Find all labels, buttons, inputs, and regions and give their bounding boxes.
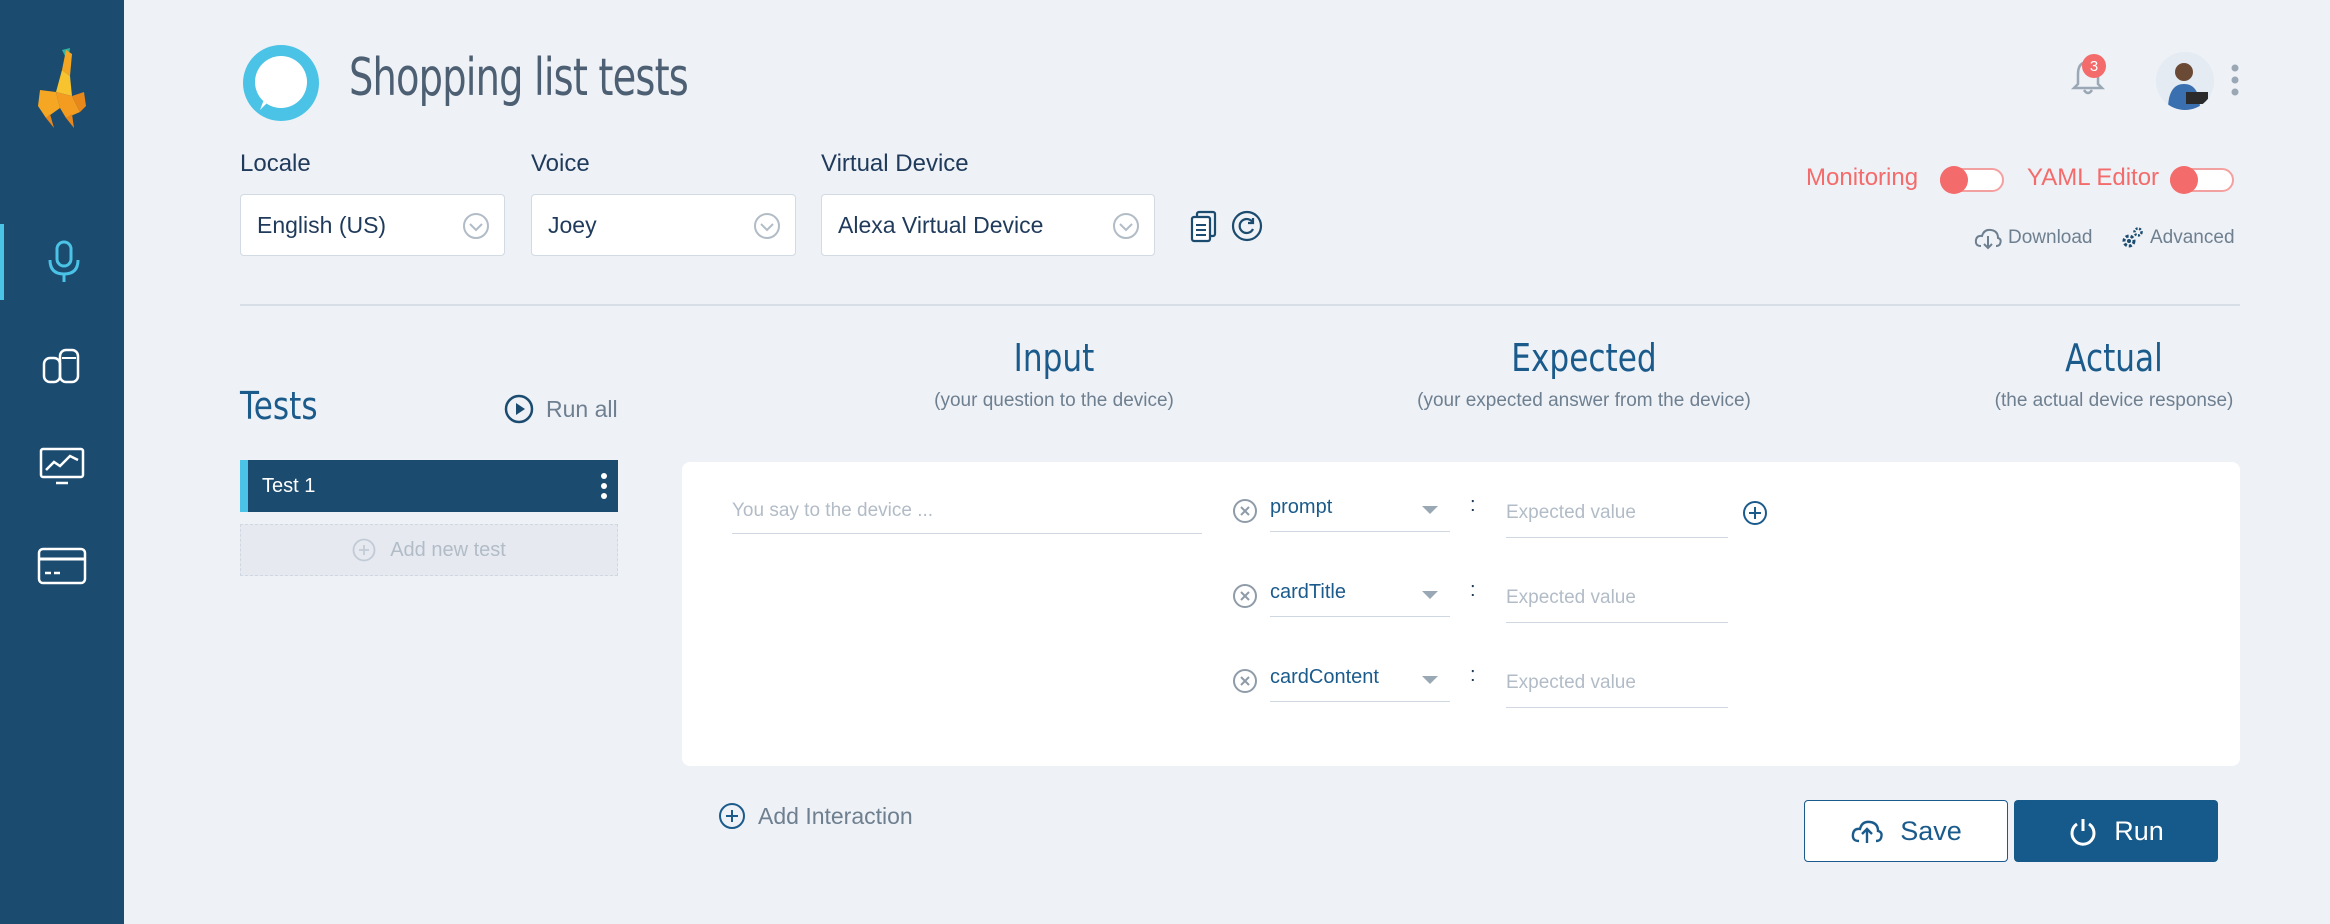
remove-circle-icon[interactable] bbox=[1232, 668, 1258, 694]
add-new-test-label: Add new test bbox=[390, 538, 506, 561]
expected-value-input[interactable]: Expected value bbox=[1506, 492, 1728, 538]
actual-column-title: Actual bbox=[2065, 336, 2163, 380]
save-label: Save bbox=[1900, 815, 1962, 846]
dropdown-arrow-icon bbox=[1422, 506, 1438, 514]
expected-key-select[interactable]: cardTitle bbox=[1270, 577, 1450, 617]
monitoring-label: Monitoring bbox=[1806, 164, 1919, 191]
colon-separator: : bbox=[1470, 664, 1476, 686]
voice-select[interactable]: Joey bbox=[531, 194, 796, 256]
advanced-link[interactable]: Advanced bbox=[2120, 226, 2235, 250]
power-icon bbox=[2070, 819, 2096, 846]
alexa-logo-icon bbox=[243, 45, 319, 121]
add-new-test-button[interactable]: Add new test bbox=[240, 524, 618, 576]
toggle-knob bbox=[1940, 166, 1968, 194]
expected-key-select[interactable]: prompt bbox=[1270, 492, 1450, 532]
expected-key-value: cardContent bbox=[1270, 666, 1379, 688]
play-circle-icon bbox=[504, 394, 534, 424]
gears-icon bbox=[2122, 227, 2143, 248]
monitoring-toggle[interactable] bbox=[1940, 166, 2004, 194]
save-button[interactable]: Save bbox=[1804, 800, 2008, 862]
actual-column-subtitle: (the actual device response) bbox=[1994, 390, 2234, 411]
chart-monitor-icon bbox=[39, 447, 85, 485]
run-all-label: Run all bbox=[546, 395, 618, 422]
nav-test-icon[interactable] bbox=[0, 224, 124, 300]
interaction-card: You say to the device ... prompt : Expec… bbox=[682, 462, 2240, 766]
utterance-input[interactable]: You say to the device ... bbox=[732, 498, 1202, 534]
voice-label: Voice bbox=[531, 150, 590, 177]
chevron-down-icon bbox=[1113, 213, 1139, 239]
microphone-icon bbox=[48, 240, 80, 282]
run-all-button[interactable]: Run all bbox=[504, 394, 618, 424]
test-item-label: Test 1 bbox=[262, 474, 316, 497]
expected-column-subtitle: (your expected answer from the device) bbox=[1417, 390, 1751, 411]
download-link[interactable]: Download bbox=[1974, 226, 2093, 250]
devices-icon bbox=[42, 348, 80, 384]
add-interaction-button[interactable]: Add Interaction bbox=[718, 802, 913, 830]
remove-circle-icon[interactable] bbox=[1232, 583, 1258, 609]
cloud-download-icon bbox=[1974, 228, 2002, 250]
nav-monitoring-icon[interactable] bbox=[0, 428, 124, 504]
header-divider bbox=[240, 304, 2240, 306]
chevron-down-icon bbox=[754, 213, 780, 239]
nav-devices-icon[interactable] bbox=[0, 328, 124, 404]
device-select[interactable]: Alexa Virtual Device bbox=[821, 194, 1155, 256]
locale-select[interactable]: English (US) bbox=[240, 194, 505, 256]
page-title: Shopping list tests bbox=[349, 48, 689, 108]
yaml-editor-label: YAML Editor bbox=[2027, 164, 2160, 191]
colon-separator: : bbox=[1470, 494, 1476, 516]
device-value: Alexa Virtual Device bbox=[838, 211, 1044, 238]
dropdown-arrow-icon bbox=[1422, 676, 1438, 684]
expected-value-input[interactable]: Expected value bbox=[1506, 577, 1728, 623]
test-item[interactable]: Test 1 bbox=[240, 460, 618, 512]
refresh-icon[interactable] bbox=[1230, 209, 1264, 243]
input-column-title: Input bbox=[1013, 336, 1095, 380]
expected-column-title: Expected bbox=[1511, 336, 1657, 380]
user-avatar[interactable] bbox=[2156, 52, 2214, 110]
expected-row: prompt : Expected value bbox=[1232, 492, 1772, 538]
more-options-icon[interactable] bbox=[2230, 64, 2240, 96]
locale-value: English (US) bbox=[257, 211, 387, 238]
avatar-image-icon bbox=[2156, 52, 2214, 110]
expected-key-select[interactable]: cardContent bbox=[1270, 662, 1450, 702]
tests-title: Tests bbox=[240, 384, 318, 428]
advanced-label: Advanced bbox=[2150, 227, 2235, 248]
add-interaction-label: Add Interaction bbox=[758, 802, 913, 829]
test-options-icon[interactable] bbox=[600, 472, 608, 500]
run-label: Run bbox=[2114, 815, 2164, 846]
chevron-down-icon bbox=[463, 213, 489, 239]
device-label: Virtual Device bbox=[821, 150, 969, 177]
locale-label: Locale bbox=[240, 150, 311, 177]
llama-logo-icon[interactable] bbox=[36, 46, 88, 128]
yaml-editor-toggle[interactable] bbox=[2170, 166, 2234, 194]
credit-card-icon bbox=[37, 547, 87, 585]
expected-key-value: cardTitle bbox=[1270, 581, 1346, 603]
colon-separator: : bbox=[1470, 579, 1476, 601]
add-value-icon[interactable] bbox=[1742, 500, 1768, 526]
input-column-subtitle: (your question to the device) bbox=[934, 390, 1174, 411]
plus-circle-icon bbox=[352, 538, 376, 562]
expected-row: cardContent : Expected value bbox=[1232, 662, 1772, 708]
run-button[interactable]: Run bbox=[2014, 800, 2218, 862]
expected-key-value: prompt bbox=[1270, 496, 1333, 518]
main-content: Shopping list tests 3 Locale English (US… bbox=[124, 0, 2330, 924]
copy-icon[interactable] bbox=[1188, 209, 1222, 243]
plus-circle-icon bbox=[719, 803, 745, 829]
toggle-knob bbox=[2170, 166, 2198, 194]
sidebar bbox=[0, 0, 124, 924]
notification-badge: 3 bbox=[2082, 54, 2106, 78]
voice-value: Joey bbox=[548, 211, 597, 238]
nav-billing-icon[interactable] bbox=[0, 528, 124, 604]
dropdown-arrow-icon bbox=[1422, 591, 1438, 599]
expected-value-input[interactable]: Expected value bbox=[1506, 662, 1728, 708]
expected-row: cardTitle : Expected value bbox=[1232, 577, 1772, 623]
download-label: Download bbox=[2008, 227, 2093, 248]
remove-circle-icon[interactable] bbox=[1232, 498, 1258, 524]
cloud-upload-icon bbox=[1851, 820, 1883, 843]
